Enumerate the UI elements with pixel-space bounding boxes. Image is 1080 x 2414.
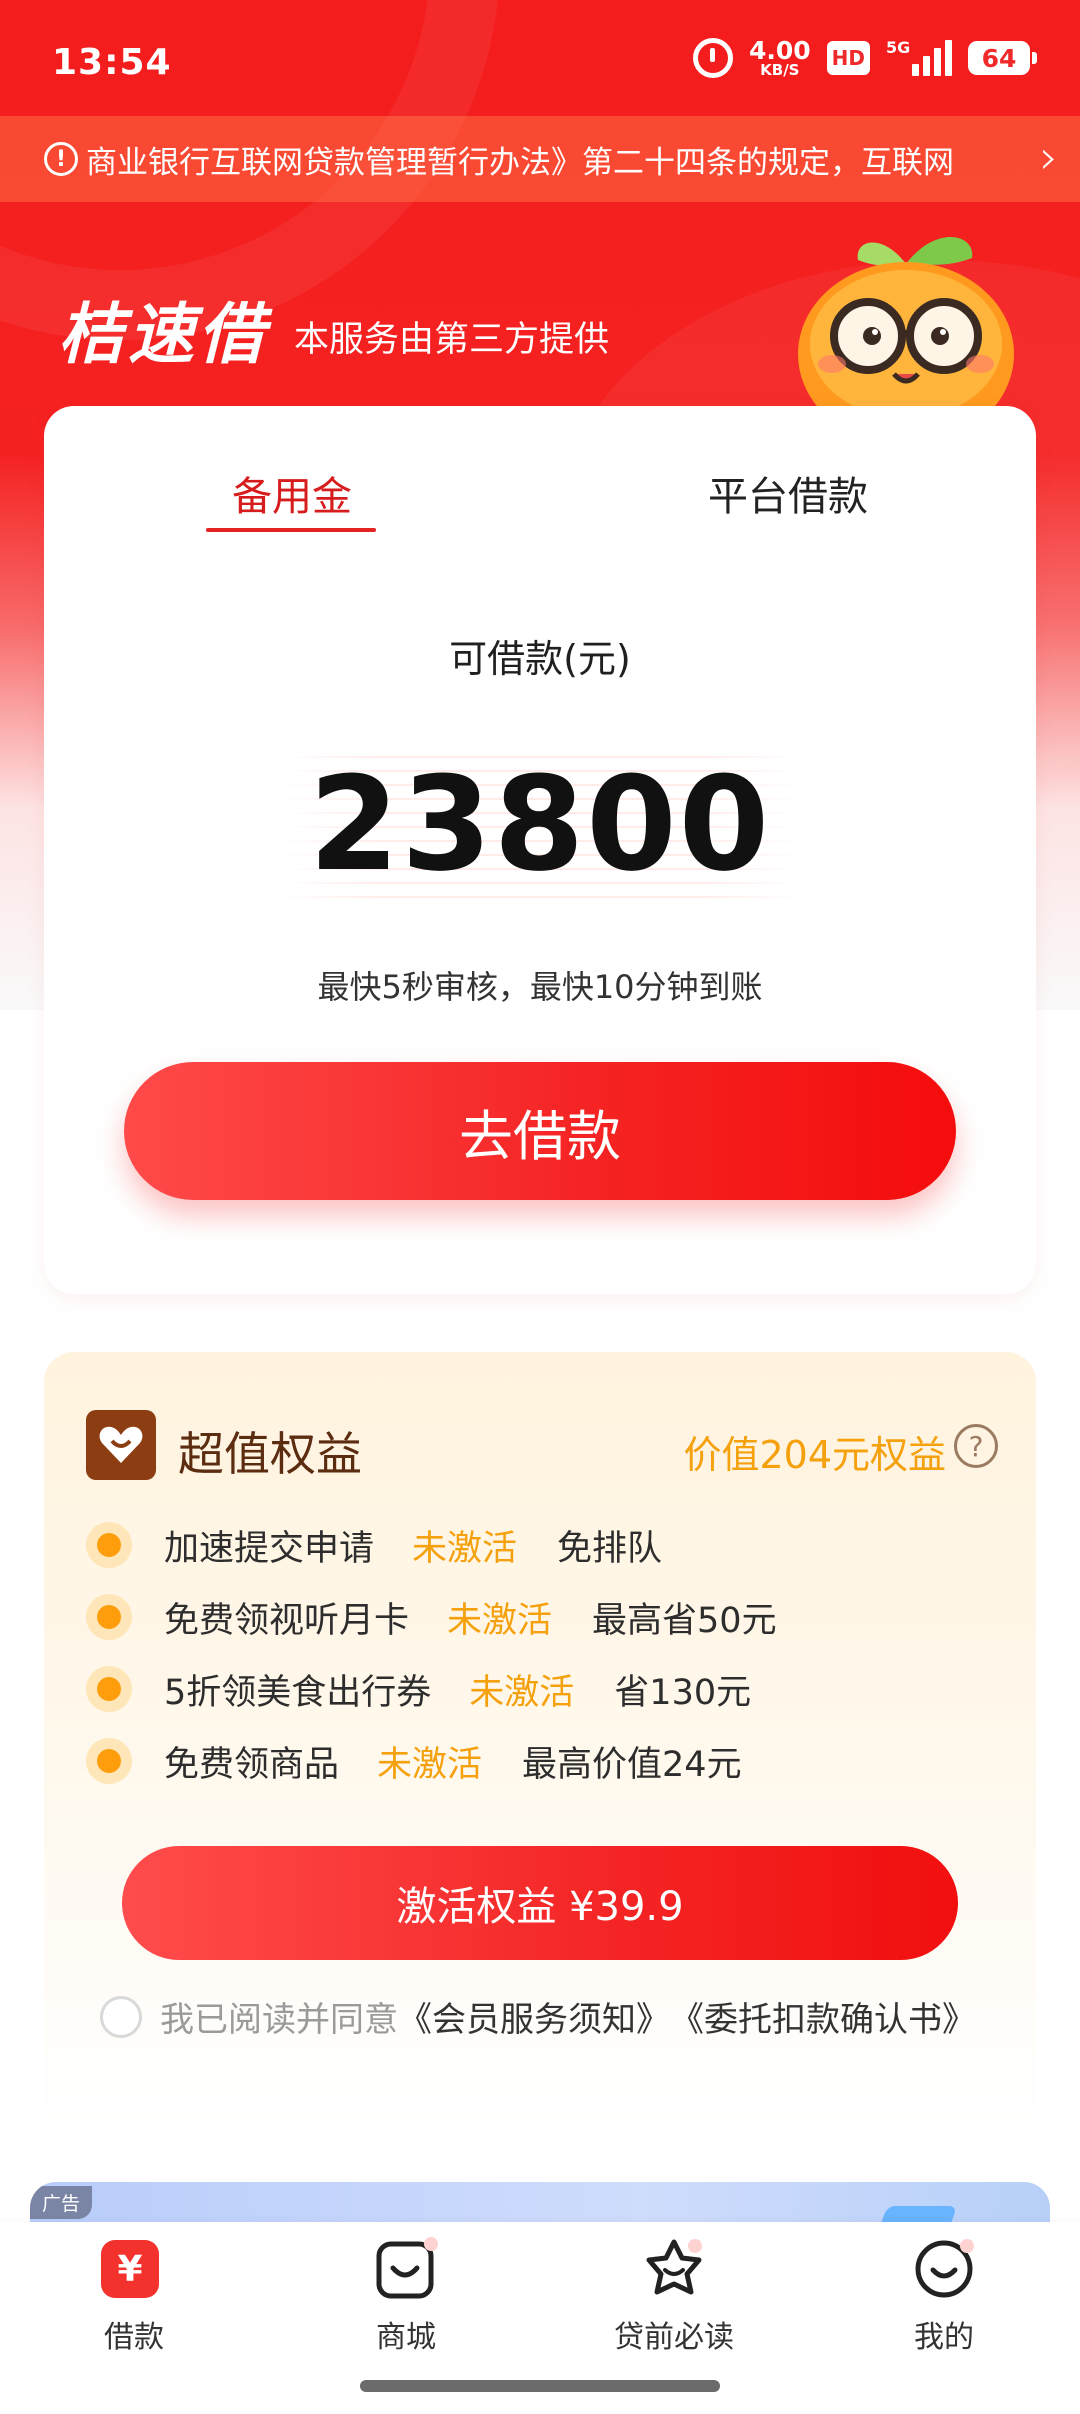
benefit-status: 未激活 (469, 1672, 575, 1713)
loan-card: 备用金 平台借款 可借款(元) 23800 最快5秒审核，最快10分钟到账 去借… (44, 406, 1036, 1294)
benefit-perk: 最高省50元 (592, 1600, 777, 1641)
brand-subtitle: 本服务由第三方提供 (294, 320, 610, 360)
benefit-perk: 最高价值24元 (522, 1744, 742, 1785)
orange-mascot-icon (798, 236, 1014, 414)
benefit-item: 免费领商品 未激活 最高价值24元 (86, 1736, 742, 1786)
nav-item-borrow[interactable]: ¥ 借款 (34, 2236, 234, 2356)
nav-item-read-before-loan[interactable]: 贷前必读 (574, 2236, 774, 2356)
smile-face-icon (915, 2239, 974, 2298)
benefit-name: 免费领商品 (164, 1744, 340, 1785)
status-bar: 13:54 4.00 KB/S HD 5G 64 (0, 0, 1080, 118)
benefit-status: 未激活 (447, 1600, 553, 1641)
nav-item-mine[interactable]: 我的 (844, 2236, 1044, 2356)
status-time: 13:54 (52, 42, 172, 83)
signal-icon: 5G (886, 38, 952, 76)
status-icons: 4.00 KB/S HD 5G 64 (692, 38, 1037, 78)
benefit-status: 未激活 (377, 1744, 483, 1785)
member-terms-link[interactable]: 《会员服务须知》 (398, 1992, 670, 2041)
tab-reserve-fund[interactable]: 备用金 (232, 464, 352, 522)
benefits-title: 超值权益 (178, 1427, 362, 1481)
network-speed-value: 4.00 (748, 36, 811, 65)
home-indicator[interactable] (360, 2380, 720, 2392)
shop-bag-icon (376, 2237, 438, 2299)
agree-checkbox[interactable] (100, 1995, 142, 2038)
nav-label: 借款 (104, 2320, 164, 2355)
benefits-card: 超值权益 价值204元权益 ? 加速提交申请 未激活 免排队 免费领视听月卡 未… (44, 1352, 1036, 2132)
benefit-perk: 免排队 (557, 1528, 663, 1569)
notice-text: 商业银行互联网贷款管理暂行办法》第二十四条的规定，互联网 (86, 144, 954, 181)
bullet-dot-icon (86, 1522, 132, 1568)
help-icon[interactable]: ? (954, 1424, 998, 1468)
network-speed-unit: KB/S (760, 61, 800, 79)
nav-label: 商城 (376, 2320, 436, 2355)
bullet-dot-icon (86, 1738, 132, 1784)
battery-icon: 64 (968, 41, 1037, 75)
notice-bar[interactable]: ! 商业银行互联网贷款管理暂行办法》第二十四条的规定，互联网 › (0, 116, 1080, 202)
agree-prefix: 我已阅读并同意 (160, 2000, 398, 2040)
benefit-name: 加速提交申请 (164, 1528, 375, 1569)
benefit-item: 5折领美食出行券 未激活 省130元 (86, 1664, 751, 1714)
bullet-dot-icon (86, 1666, 132, 1712)
benefit-name: 5折领美食出行券 (164, 1672, 432, 1713)
tab-platform-loan[interactable]: 平台借款 (708, 464, 868, 522)
signal-label: 5G (886, 38, 911, 57)
brand-logo: 桔速借 (58, 296, 268, 373)
benefit-heart-icon (86, 1410, 156, 1480)
benefit-status: 未激活 (412, 1528, 518, 1569)
page: 13:54 4.00 KB/S HD 5G 64 ! 商业银行互联网贷款管理暂行… (0, 0, 1080, 2414)
yen-icon: ¥ (101, 2236, 167, 2302)
network-speed: 4.00 KB/S (749, 38, 811, 78)
brand-header: 桔速借 本服务由第三方提供 (58, 302, 609, 368)
benefit-item: 免费领视听月卡 未激活 最高省50元 (86, 1592, 777, 1642)
nav-item-shop[interactable]: 商城 (306, 2236, 506, 2356)
benefit-name: 免费领视听月卡 (164, 1600, 410, 1641)
alarm-icon (692, 38, 733, 78)
info-icon: ! (44, 142, 78, 176)
ad-tag: 广告 (30, 2186, 93, 2219)
approval-speed-note: 最快5秒审核，最快10分钟到账 (317, 968, 763, 1006)
borrow-button[interactable]: 去借款 (124, 1062, 956, 1200)
nav-label: 我的 (914, 2320, 974, 2355)
heart-icon (99, 1426, 143, 1463)
activate-benefits-button[interactable]: 激活权益 ¥39.9 (122, 1846, 958, 1960)
bullet-dot-icon (86, 1594, 132, 1640)
benefits-value: 价值204元权益 (683, 1433, 946, 1477)
nav-label: 贷前必读 (614, 2320, 734, 2355)
debit-authorization-link[interactable]: 《委托扣款确认书》 (670, 1992, 976, 2041)
available-amount-label: 可借款(元) (449, 637, 631, 681)
active-tab-indicator (206, 528, 376, 532)
star-face-icon (646, 2239, 702, 2295)
chevron-right-icon[interactable]: › (1040, 134, 1058, 180)
hd-badge: HD (826, 41, 870, 75)
benefit-perk: 省130元 (614, 1672, 752, 1713)
available-amount: 23800 (308, 748, 772, 900)
agreement-row: 我已阅读并同意 《会员服务须知》 《委托扣款确认书》 (100, 1992, 976, 2041)
battery-level: 64 (981, 43, 1017, 73)
benefit-item: 加速提交申请 未激活 免排队 (86, 1520, 662, 1570)
